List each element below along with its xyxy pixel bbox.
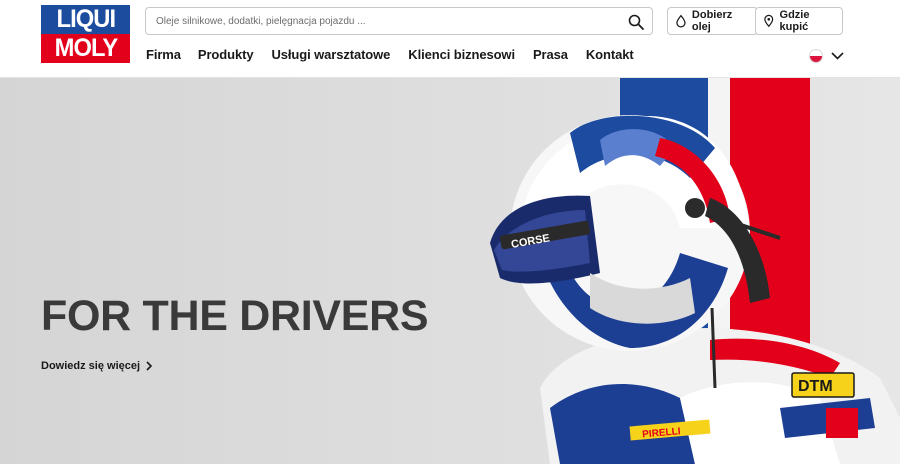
racing-driver-image: DTM PIRELLI CORSE	[490, 115, 900, 464]
chevron-down-icon	[831, 52, 844, 60]
hero-title: FOR THE DRIVERS	[41, 292, 429, 340]
oil-finder-label: Dobierz olej	[691, 9, 733, 33]
liqui-moly-logo[interactable]: LIQUI MOLY	[41, 5, 130, 63]
main-nav: Firma Produkty Usługi warsztatowe Klienc…	[146, 47, 652, 62]
poland-flag-icon	[809, 49, 823, 63]
logo-line-2: MOLY	[41, 34, 130, 63]
language-selector[interactable]	[809, 49, 844, 63]
learn-more-link[interactable]: Dowiedz się więcej	[41, 360, 153, 372]
where-to-buy-button[interactable]: Gdzie kupić	[755, 7, 843, 35]
oil-drop-icon	[676, 14, 686, 28]
nav-item-klienci-biznesowi[interactable]: Klienci biznesowi	[408, 47, 515, 62]
location-pin-icon	[764, 14, 774, 28]
search-icon[interactable]	[628, 14, 644, 30]
nav-item-kontakt[interactable]: Kontakt	[586, 47, 634, 62]
nav-item-firma[interactable]: Firma	[146, 47, 181, 62]
search-input[interactable]	[146, 8, 616, 34]
nav-item-uslugi-warsztatowe[interactable]: Usługi warsztatowe	[271, 47, 390, 62]
site-header: LIQUI MOLY Dobierz olej Gdzie kupić Firm…	[0, 0, 900, 78]
nav-item-prasa[interactable]: Prasa	[533, 47, 568, 62]
logo-line-1: LIQUI	[41, 5, 130, 34]
chevron-right-icon	[146, 361, 153, 371]
where-to-buy-label: Gdzie kupić	[779, 9, 810, 33]
search-box	[145, 7, 653, 35]
nav-item-produkty[interactable]: Produkty	[198, 47, 254, 62]
oil-finder-button[interactable]: Dobierz olej	[667, 7, 758, 35]
dtm-badge-text: DTM	[798, 378, 833, 395]
learn-more-label: Dowiedz się więcej	[41, 360, 141, 372]
